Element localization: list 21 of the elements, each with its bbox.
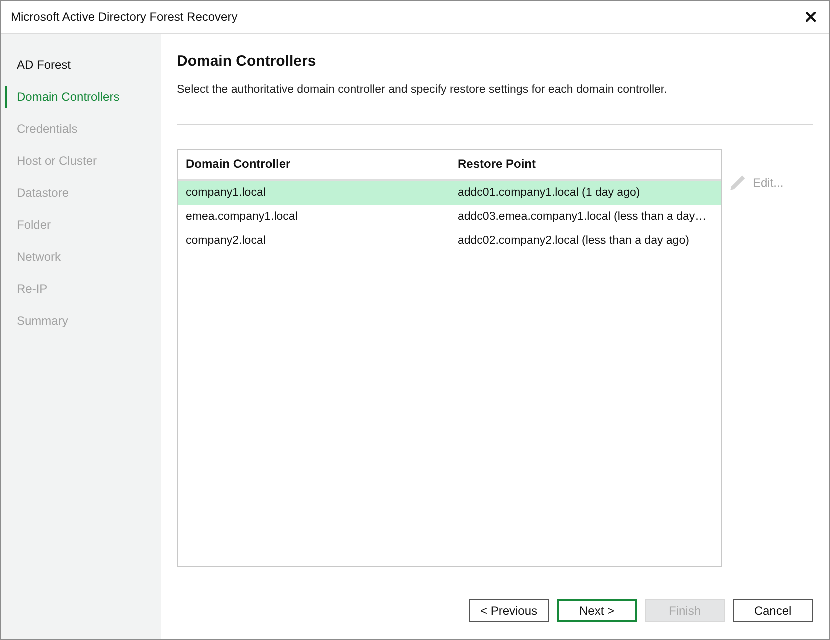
dialog-button[interactable]: Next > — [557, 599, 637, 622]
page-description: Select the authoritative domain controller and specify restore settings for each domain controller. — [177, 83, 668, 98]
table-cell-text: company1.local — [185, 186, 267, 201]
table-row[interactable]: company1.local addc01.company1.local (1 day ago) — [178, 181, 721, 205]
table-cell-text: company2.local — [185, 234, 267, 249]
wizard-step[interactable]: Domain Controllers — [5, 86, 161, 108]
dialog-button[interactable]: Cancel — [733, 599, 813, 622]
close-icon[interactable] — [806, 12, 816, 22]
page-title: Domain Controllers — [177, 52, 316, 72]
table-cell-text: emea.company1.local — [185, 210, 299, 225]
pencil-icon — [730, 175, 746, 191]
column-header[interactable]: Restore Point — [450, 150, 721, 179]
table-cell-text: addc01.company1.local (1 day ago) — [457, 186, 642, 201]
wizard-step[interactable]: AD Forest — [5, 54, 161, 76]
window-title: Microsoft Active Directory Forest Recovery — [11, 10, 238, 24]
table-row[interactable]: company2.local addc02.company2.local (less than a day ago) — [178, 229, 721, 253]
table-cell-text: addc02.company2.local (less than a day ago) — [457, 234, 690, 249]
column-header[interactable]: Domain Controller — [178, 150, 450, 179]
dialog-button[interactable]: < Previous — [469, 599, 549, 622]
table-cell-text: addc03.emea.company1.local (less than a day… — [457, 210, 708, 225]
table-row[interactable]: emea.company1.local addc03.emea.company1.local (less than a day… — [178, 205, 721, 229]
